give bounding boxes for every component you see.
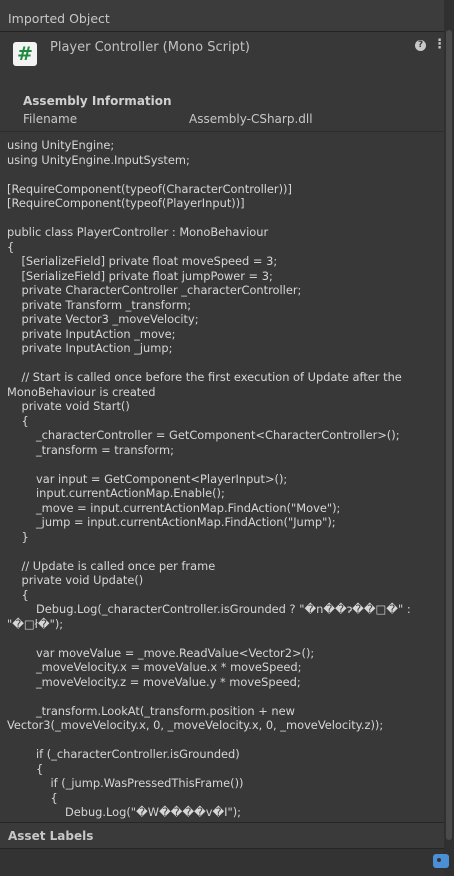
code-line: _move = input.currentActionMap.FindActio… — [7, 500, 341, 515]
code-line: { — [7, 587, 29, 602]
kebab-menu-icon[interactable]: ⋮ — [433, 38, 446, 52]
help-icon[interactable]: ? — [415, 40, 426, 51]
code-line: using UnityEngine.InputSystem; — [7, 152, 190, 167]
code-line: var moveValue = _move.ReadValue<Vector2>… — [7, 645, 315, 660]
code-line: _moveVelocity.z = moveValue.y * moveSpee… — [7, 674, 301, 689]
code-line: private InputAction _jump; — [7, 341, 173, 355]
scrollbar-thumb[interactable] — [446, 30, 452, 840]
code-line: Debug.Log("�W����v�I"); — [7, 805, 242, 819]
code-line: private Transform _transform; — [7, 297, 192, 312]
asset-labels-area — [0, 848, 444, 876]
filename-value: Assembly-CSharp.dll — [189, 112, 313, 126]
code-line: if (_jump.WasPressedThisFrame()) — [7, 776, 244, 790]
window-title: Imported Object — [8, 11, 110, 26]
filename-label: Filename — [23, 112, 78, 126]
code-line: { — [7, 413, 29, 428]
code-line: } — [7, 529, 29, 544]
code-line: _moveVelocity.x = moveValue.x * moveSpee… — [7, 660, 302, 674]
object-title: Player Controller (Mono Script) — [50, 40, 251, 55]
code-line: var input = GetComponent<PlayerInput>(); — [7, 471, 288, 486]
code-line: public class PlayerController : MonoBeha… — [7, 225, 269, 239]
code-line: private Vector3 _moveVelocity; — [7, 312, 199, 326]
code-line: [SerializeField] private float moveSpeed… — [7, 254, 278, 268]
code-line: [RequireComponent(typeof(PlayerInput))] — [7, 196, 245, 210]
divider — [0, 131, 444, 132]
code-line: input.currentActionMap.Enable(); — [7, 486, 225, 500]
code-line: _moveVelocity.y = jumpPower; — [7, 820, 439, 821]
inspector-titlebar: Imported Object — [0, 0, 454, 32]
vertical-scrollbar[interactable] — [444, 0, 454, 876]
code-line: private InputAction _move; — [7, 326, 176, 341]
code-line: _transform = transform; — [7, 442, 174, 457]
csharp-script-icon: # — [13, 42, 37, 66]
code-line: [RequireComponent(typeof(CharacterContro… — [7, 181, 292, 196]
code-line: _characterController = GetComponent<Char… — [7, 428, 400, 442]
code-line: [SerializeField] private float jumpPower… — [7, 268, 273, 283]
asset-labels-title: Asset Labels — [8, 829, 94, 843]
code-line: if (_characterController.isGrounded) — [7, 747, 240, 761]
code-line: using UnityEngine; — [7, 138, 115, 152]
code-line: private CharacterController _characterCo… — [7, 283, 302, 297]
tag-icon[interactable] — [433, 854, 449, 868]
script-source-view: using UnityEngine; using UnityEngine.Inpu… — [7, 138, 439, 820]
code-line: private void Update() — [7, 573, 144, 587]
assembly-section-title: Assembly Information — [23, 94, 172, 108]
asset-labels-header[interactable]: Asset Labels — [0, 822, 444, 848]
code-line: _jump = input.currentActionMap.FindActio… — [7, 515, 336, 529]
code-line: Debug.Log(_characterController.isGrounde… — [7, 602, 415, 631]
code-line: private void Start() — [7, 399, 130, 413]
code-line: // Start is called once before the first… — [7, 370, 406, 399]
code-line: { — [7, 790, 58, 805]
code-line: { — [7, 239, 15, 254]
code-line: _transform.LookAt(_transform.position + … — [7, 703, 384, 733]
code-line: { — [7, 761, 44, 776]
code-line: // Update is called once per frame — [7, 558, 216, 573]
